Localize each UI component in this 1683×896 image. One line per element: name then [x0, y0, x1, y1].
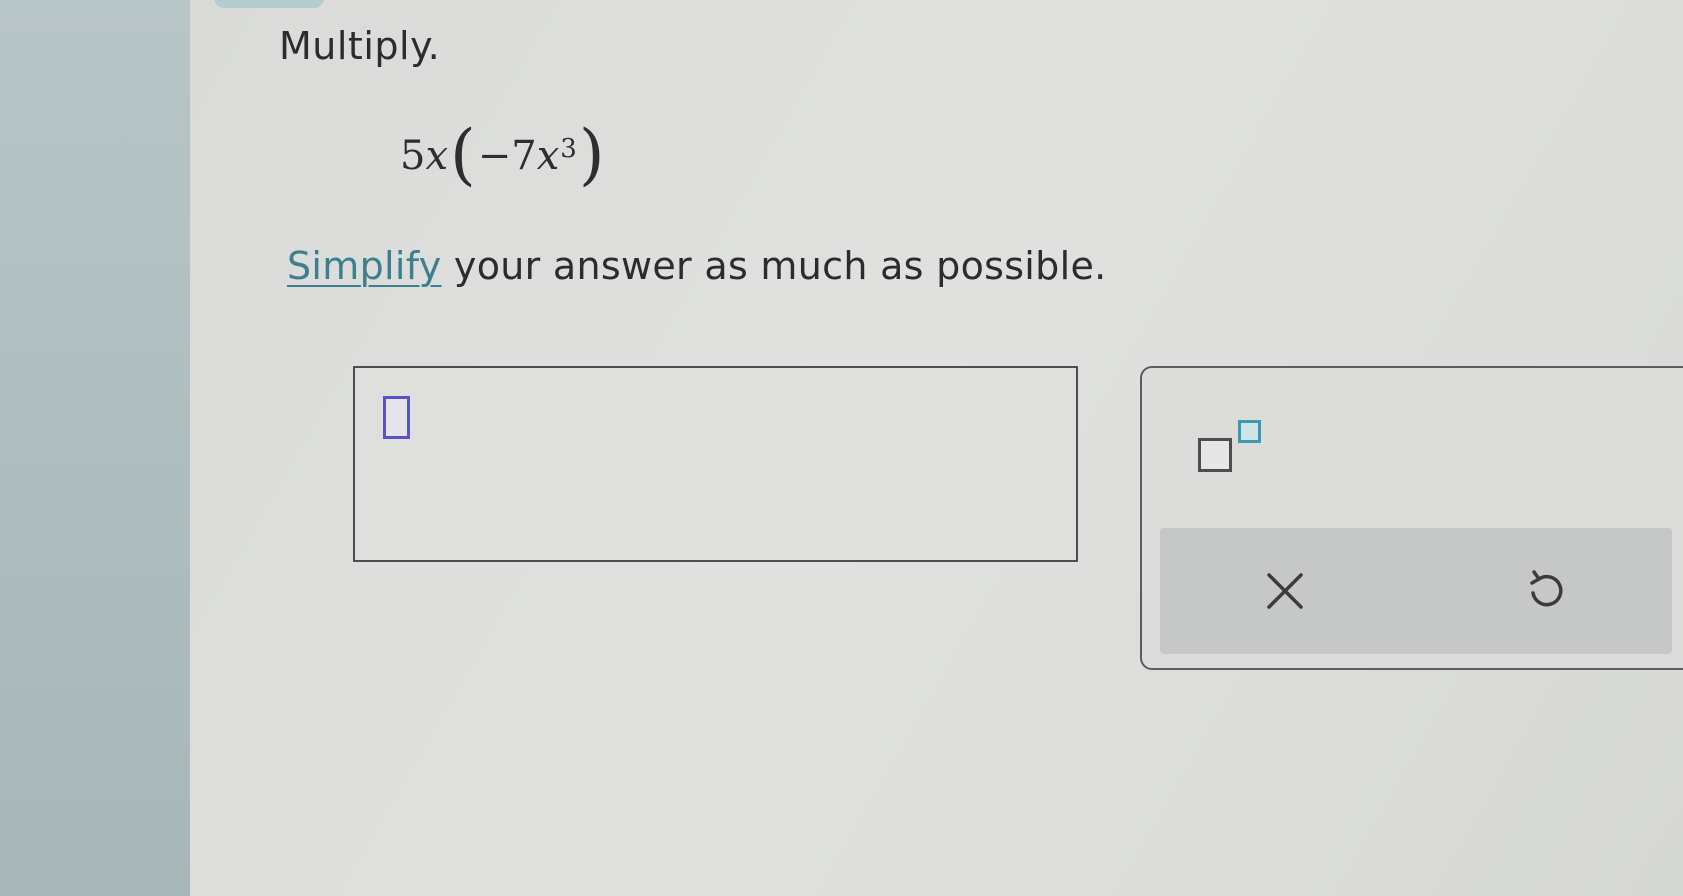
expression-open-paren: ( [450, 116, 476, 193]
exponent-template-icon [1198, 438, 1232, 472]
directions-text: Simplify your answer as much as possible… [287, 244, 1107, 288]
simplify-link[interactable]: Simplify [287, 244, 442, 288]
undo-button[interactable] [1510, 556, 1580, 626]
math-keypad [1140, 366, 1683, 670]
expression-close-paren: ) [578, 116, 605, 193]
answer-cursor-placeholder[interactable] [383, 396, 410, 439]
directions-rest: your answer as much as possible. [441, 244, 1107, 288]
math-expression: 5x(−7x3) [400, 108, 607, 193]
clear-button[interactable] [1250, 556, 1320, 626]
expression-exponent: 3 [560, 134, 577, 164]
answer-input[interactable] [353, 366, 1078, 562]
undo-icon [1530, 570, 1563, 607]
left-sidebar-rail [0, 0, 190, 896]
expression-inner-variable: x [536, 133, 560, 179]
keypad-action-bar [1160, 528, 1672, 654]
question-instruction: Multiply. [279, 24, 441, 68]
expression-variable: x [425, 133, 449, 179]
top-tab-edge [214, 0, 324, 8]
expression-coefficient: 5 [400, 133, 426, 179]
exponent-button[interactable] [1198, 420, 1288, 480]
screen: Multiply. 5x(−7x3) Simplify your answer … [0, 0, 1683, 896]
exponent-power-slot-icon [1238, 420, 1261, 443]
expression-inner-coefficient: −7 [477, 133, 537, 179]
close-x-icon [1267, 573, 1303, 609]
